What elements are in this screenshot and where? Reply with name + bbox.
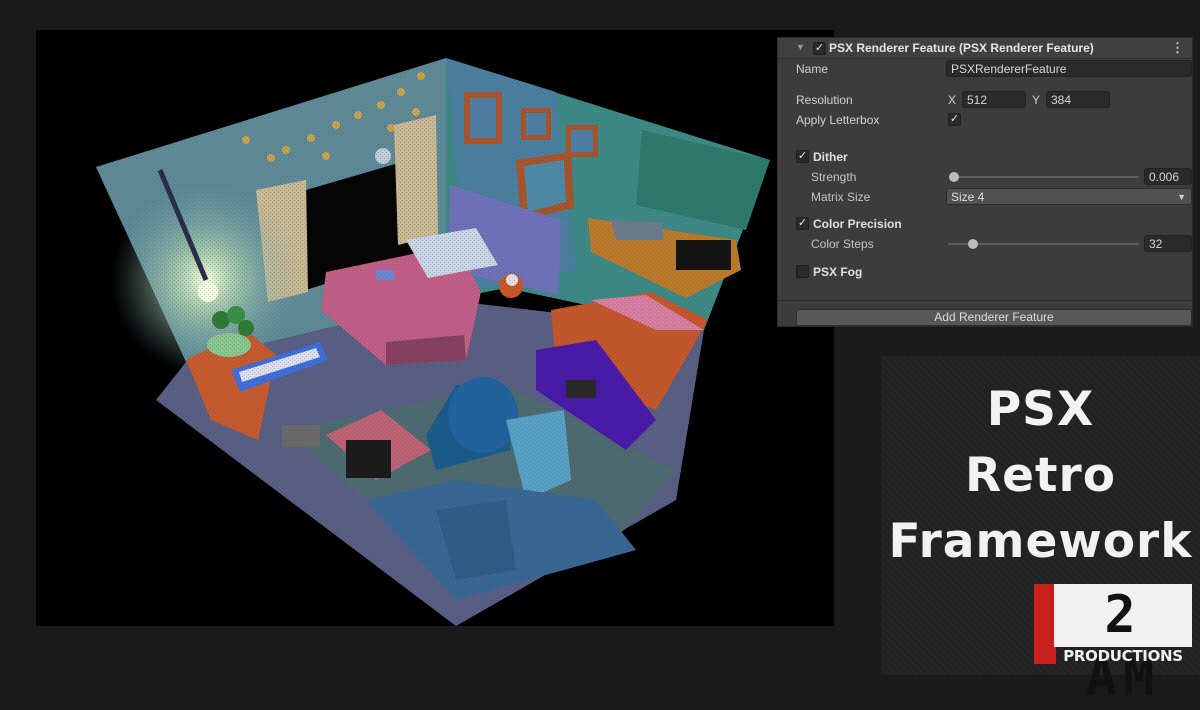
psx-fog-label: PSX Fog xyxy=(813,265,863,279)
name-label: Name xyxy=(796,62,829,76)
brand-title-line-1: PSX xyxy=(986,382,1095,437)
brand-title-line-2: Retro xyxy=(964,448,1116,503)
letterbox-label: Apply Letterbox xyxy=(796,113,880,127)
kebab-menu-icon[interactable]: ⋮ xyxy=(1171,40,1184,56)
chevron-down-icon: ▼ xyxy=(1177,192,1186,202)
strength-slider-handle[interactable] xyxy=(949,172,959,182)
matrix-size-dropdown[interactable]: Size 4 ▼ xyxy=(946,188,1192,205)
logo-red-bar xyxy=(1034,584,1056,664)
dither-checkbox[interactable]: ✓ xyxy=(796,150,809,163)
color-steps-field[interactable]: 32 xyxy=(1144,235,1192,252)
2am-productions-logo: 2 AM PRODUCTIONS xyxy=(1034,584,1192,708)
color-precision-checkbox[interactable]: ✓ xyxy=(796,217,809,230)
inspector-divider xyxy=(778,300,1192,301)
feature-enabled-checkbox[interactable]: ✓ xyxy=(813,42,826,55)
color-steps-slider-handle[interactable] xyxy=(968,239,978,249)
isometric-bedroom-render xyxy=(36,30,834,626)
inspector-header[interactable]: ▼ ✓ PSX Renderer Feature (PSX Renderer F… xyxy=(778,38,1192,59)
strength-slider-track[interactable] xyxy=(953,176,1139,178)
color-steps-label: Color Steps xyxy=(811,237,874,251)
letterbox-checkbox[interactable]: ✓ xyxy=(948,113,961,126)
strength-field[interactable]: 0.006 xyxy=(1144,168,1192,185)
psx-fog-checkbox[interactable] xyxy=(796,265,809,278)
dither-label: Dither xyxy=(813,150,848,164)
name-field[interactable]: PSXRendererFeature xyxy=(946,60,1192,77)
renderer-feature-inspector: ▼ ✓ PSX Renderer Feature (PSX Renderer F… xyxy=(777,37,1193,327)
add-renderer-feature-button[interactable]: Add Renderer Feature xyxy=(796,309,1192,326)
resolution-y-field[interactable]: 384 xyxy=(1046,91,1110,108)
logo-subtitle: PRODUCTIONS xyxy=(1063,647,1183,665)
color-precision-label: Color Precision xyxy=(813,217,902,231)
matrix-size-value: Size 4 xyxy=(951,190,985,204)
matrix-size-label: Matrix Size xyxy=(811,190,871,204)
resolution-label: Resolution xyxy=(796,93,853,107)
brand-title-line-3: Framework xyxy=(888,514,1193,569)
strength-label: Strength xyxy=(811,170,857,184)
logo-digits: 2 AM xyxy=(1085,585,1161,708)
inspector-title: PSX Renderer Feature (PSX Renderer Featu… xyxy=(829,41,1094,55)
resolution-x-label: X xyxy=(948,93,957,107)
resolution-y-label: Y xyxy=(1032,93,1041,107)
resolution-x-field[interactable]: 512 xyxy=(962,91,1026,108)
scene-viewport[interactable] xyxy=(36,30,834,626)
foldout-arrow-icon[interactable]: ▼ xyxy=(796,42,805,52)
